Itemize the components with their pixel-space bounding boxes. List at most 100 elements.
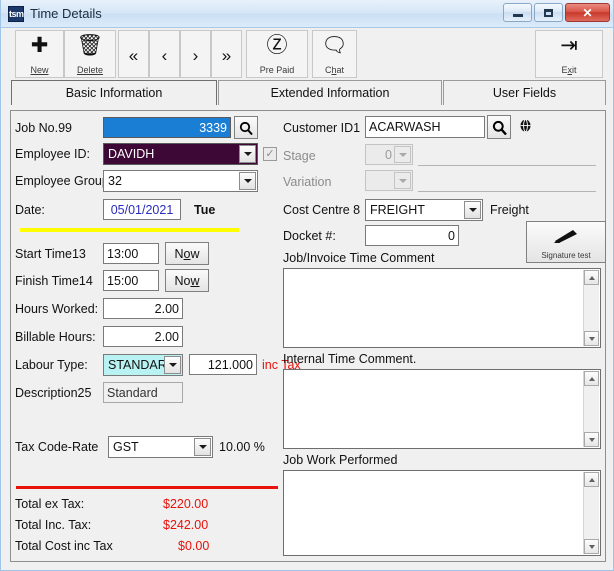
toolbar: ✚ New 🗑 Delete « ‹ › » Ⓩ — [1, 28, 613, 80]
close-button[interactable]: ✕ — [565, 3, 610, 22]
speech-bubble-icon: 🗨 — [321, 34, 348, 58]
tab-user-fields[interactable]: User Fields — [443, 80, 606, 105]
billable-hours-label: Billable Hours: — [15, 330, 96, 344]
total-inc-tax-label: Total Inc. Tax: — [15, 518, 91, 532]
date-label: Date: — [15, 203, 45, 217]
docket-input[interactable]: 0 — [365, 225, 459, 246]
chevron-down-icon[interactable] — [164, 356, 181, 374]
maximize-button[interactable] — [534, 3, 563, 22]
time-details-window: tsm Time Details ✕ ✚ New 🗑 Delete — [0, 0, 614, 571]
cost-centre-description: Freight — [490, 203, 529, 217]
last-record-button[interactable]: » — [211, 30, 242, 78]
internal-comment-label: Internal Time Comment. — [283, 352, 416, 366]
trash-icon: 🗑 — [77, 34, 104, 58]
search-icon — [239, 121, 253, 135]
pre-paid-button-label: Pre Paid — [247, 65, 307, 75]
total-cost-value: $0.00 — [178, 539, 209, 553]
date-input[interactable]: 05/01/2021 — [103, 199, 181, 220]
chevron-right-icon: › — [193, 34, 199, 78]
tab-bar: Basic Information Extended Information U… — [11, 80, 603, 105]
stage-label: Stage — [283, 149, 316, 163]
new-button[interactable]: ✚ New — [15, 30, 64, 78]
tab-basic-information[interactable]: Basic Information — [11, 80, 217, 105]
job-no-input[interactable]: 3339 — [103, 117, 231, 138]
check-icon: ✓ — [265, 149, 274, 160]
close-icon: ✕ — [582, 7, 592, 19]
scroll-up-icon[interactable] — [584, 270, 599, 285]
tax-code-label: Tax Code-Rate — [15, 440, 98, 454]
hours-worked-label: Hours Worked: — [15, 302, 98, 316]
customer-id-label: Customer ID1 — [283, 121, 360, 135]
employee-id-combo[interactable]: DAVIDH — [103, 143, 258, 165]
billable-hours-input[interactable]: 2.00 — [103, 326, 183, 347]
job-work-performed-label: Job Work Performed — [283, 453, 397, 467]
tax-rate-label: 10.00 % — [219, 440, 265, 454]
cost-centre-label: Cost Centre 8 — [283, 203, 360, 217]
signature-test-button[interactable]: Signature test — [526, 221, 606, 263]
next-record-button[interactable]: › — [180, 30, 211, 78]
double-chevron-left-icon: « — [129, 34, 138, 78]
exit-button[interactable]: ⇥ Exit — [535, 30, 603, 78]
tab-extended-information[interactable]: Extended Information — [218, 80, 442, 105]
app-icon: tsm — [8, 6, 24, 22]
chat-button-label-h: h — [331, 65, 336, 75]
delete-button[interactable]: 🗑 Delete — [64, 30, 116, 78]
customer-id-input[interactable]: ACARWASH — [365, 116, 485, 138]
employee-group-label: Employee Group — [15, 174, 109, 188]
internal-comment-textarea[interactable] — [283, 369, 601, 449]
scroll-down-icon[interactable] — [584, 331, 599, 346]
maximize-icon — [544, 9, 553, 17]
cost-centre-combo[interactable]: FREIGHT — [365, 199, 483, 221]
chevron-down-icon[interactable] — [464, 201, 481, 219]
stage-combo: 0 — [365, 144, 413, 165]
finish-time-now-button[interactable]: Now — [165, 269, 209, 292]
minimize-button[interactable] — [503, 3, 532, 22]
globe-icon — [519, 119, 532, 134]
job-no-label: Job No.99 — [15, 121, 72, 135]
tax-code-combo[interactable]: GST — [108, 436, 213, 458]
basic-information-panel: Job No.99 3339 Employee ID: DAVIDH ✓ Emp… — [10, 110, 606, 562]
job-work-performed-textarea[interactable] — [283, 470, 601, 556]
window-title: Time Details — [30, 6, 102, 21]
previous-record-button[interactable]: ‹ — [149, 30, 180, 78]
customer-id-search-button[interactable] — [487, 115, 511, 139]
start-time-input[interactable]: 13:00 — [103, 243, 159, 264]
description-value: Standard — [103, 382, 183, 403]
finish-time-input[interactable]: 15:00 — [103, 270, 159, 291]
pre-paid-button[interactable]: Ⓩ Pre Paid — [246, 30, 308, 78]
search-icon — [492, 120, 507, 135]
job-invoice-comment-scrollbar[interactable] — [583, 270, 599, 346]
docket-label: Docket #: — [283, 229, 336, 243]
chevron-down-icon[interactable] — [239, 172, 256, 190]
variation-combo — [365, 170, 413, 191]
scroll-up-icon[interactable] — [584, 472, 599, 487]
globe-button[interactable] — [517, 118, 533, 135]
scroll-down-icon[interactable] — [584, 432, 599, 447]
total-cost-label: Total Cost inc Tax — [15, 539, 113, 553]
chat-button[interactable]: 🗨 Chat — [312, 30, 357, 78]
chevron-down-icon[interactable] — [239, 145, 256, 163]
employee-group-combo[interactable]: 32 — [103, 170, 258, 192]
labour-type-label: Labour Type: — [15, 358, 88, 372]
start-time-label: Start Time13 — [15, 247, 86, 261]
first-record-button[interactable]: « — [118, 30, 149, 78]
scroll-up-icon[interactable] — [584, 371, 599, 386]
yellow-rule — [20, 228, 239, 232]
start-time-now-button[interactable]: Now — [165, 242, 209, 265]
total-ex-tax-label: Total ex Tax: — [15, 497, 84, 511]
title-bar: tsm Time Details ✕ — [1, 0, 613, 28]
labour-type-combo[interactable]: STANDARD — [103, 354, 183, 376]
dollar-coin-icon: Ⓩ — [267, 34, 288, 58]
chevron-down-icon[interactable] — [194, 438, 211, 456]
job-invoice-comment-textarea[interactable] — [283, 268, 601, 348]
employee-id-checkbox[interactable]: ✓ — [263, 147, 277, 161]
minimize-icon — [513, 14, 523, 17]
hours-worked-input[interactable]: 2.00 — [103, 298, 183, 319]
labour-rate-input[interactable]: 121.000 — [189, 354, 257, 375]
date-day-label: Tue — [194, 203, 215, 217]
scroll-down-icon[interactable] — [584, 539, 599, 554]
internal-comment-scrollbar[interactable] — [583, 371, 599, 447]
window-controls: ✕ — [503, 3, 610, 22]
job-no-search-button[interactable] — [234, 116, 258, 139]
job-work-performed-scrollbar[interactable] — [583, 472, 599, 554]
